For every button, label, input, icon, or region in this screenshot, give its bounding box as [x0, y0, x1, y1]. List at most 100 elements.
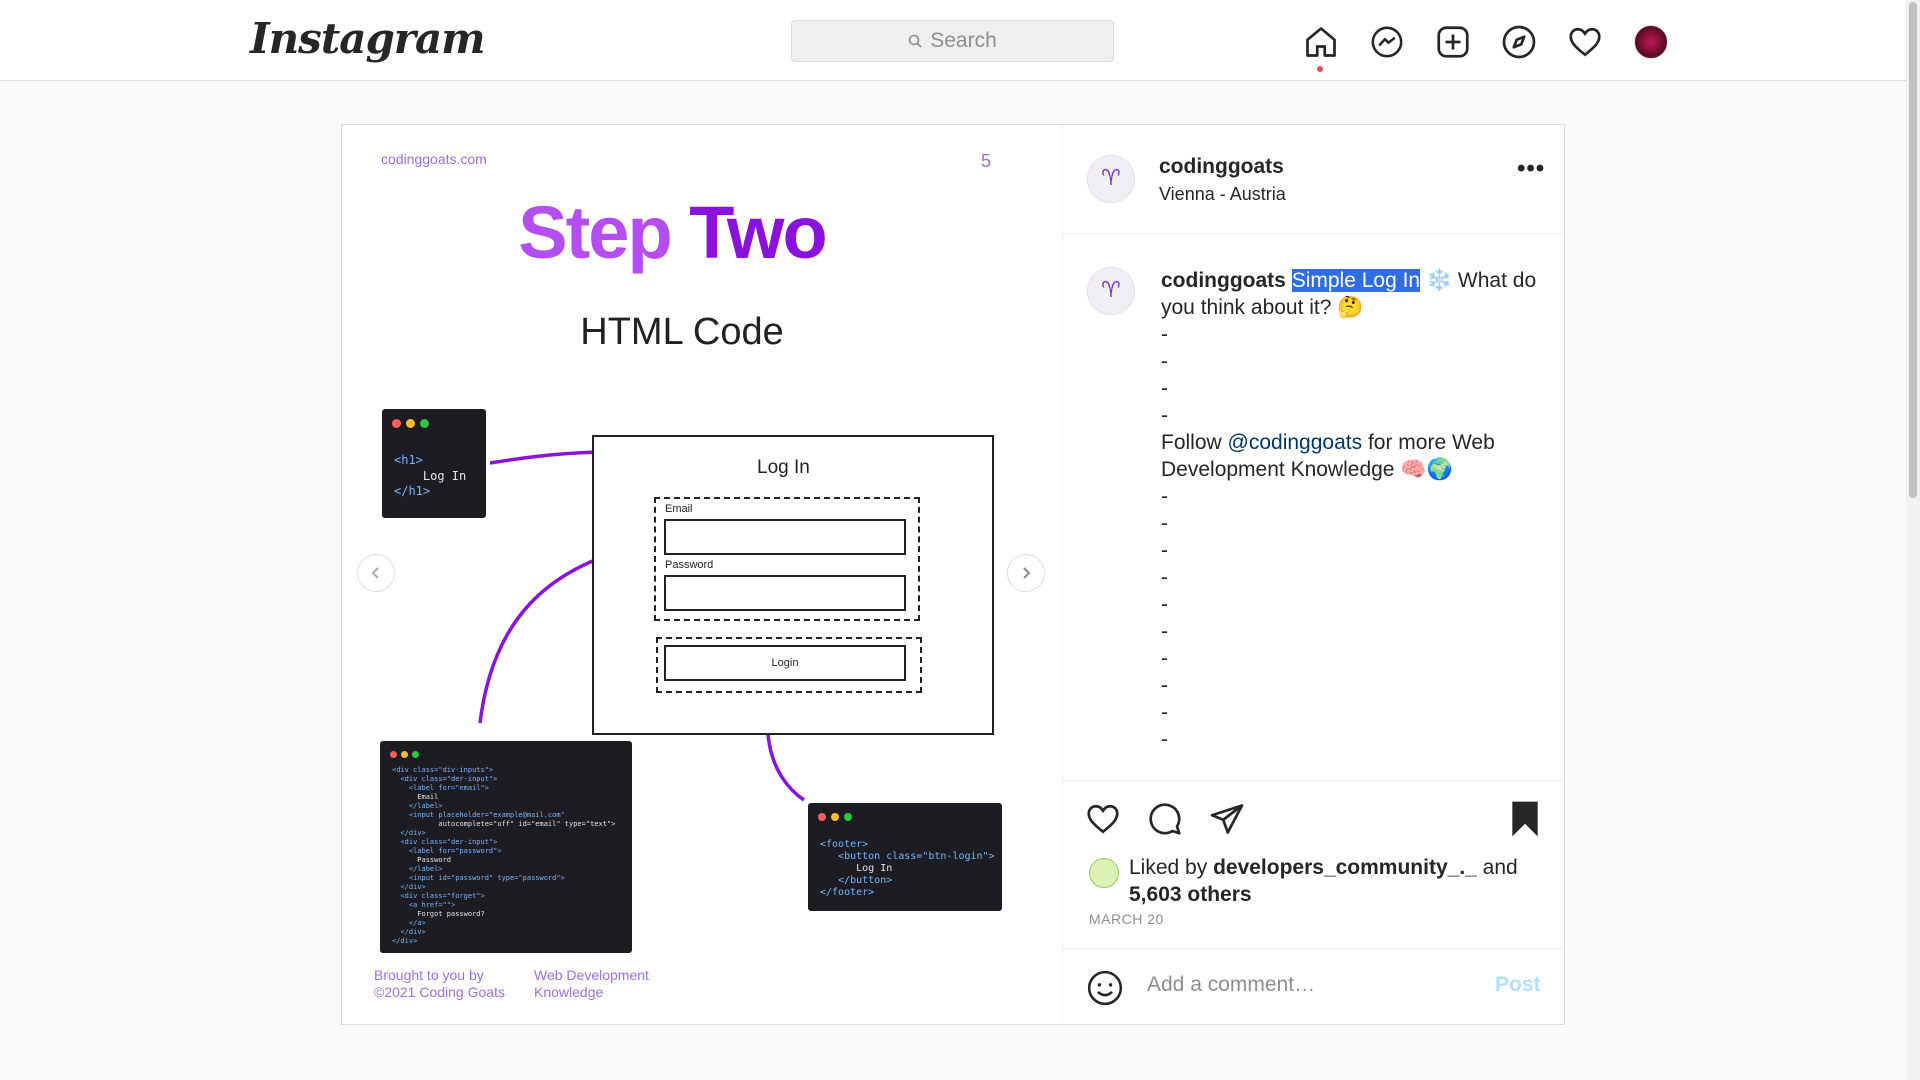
- carousel-next-button[interactable]: [1007, 554, 1045, 592]
- code-line: Log In: [820, 863, 893, 874]
- wireframe-login-button: Login: [664, 645, 906, 681]
- activity-heart-icon[interactable]: [1552, 20, 1618, 64]
- code-line: Password: [392, 856, 452, 864]
- code-line: <div class="forget">: [392, 892, 485, 900]
- caption-follow-pre: Follow: [1161, 431, 1228, 454]
- code-line: </button>: [820, 875, 893, 886]
- caption-dash-line: -: [1161, 566, 1168, 589]
- code-line: </label>: [392, 865, 443, 873]
- post-date[interactable]: MARCH 20: [1089, 911, 1164, 927]
- code-line: Email: [392, 793, 439, 801]
- comment-bubble-icon[interactable]: [1145, 799, 1185, 839]
- liker-avatar[interactable]: [1089, 858, 1119, 888]
- comment-bar: Add a comment… Post: [1063, 949, 1564, 1024]
- code-line: Forgot password?: [392, 910, 485, 918]
- code-line: <div class="div-inputs">: [392, 766, 494, 774]
- save-bookmark-icon[interactable]: [1505, 799, 1545, 839]
- post-image[interactable]: codinggoats.com 5 Step Two HTML Code <h1…: [342, 125, 1063, 1024]
- home-icon[interactable]: [1288, 20, 1354, 72]
- code-line: autocomplete="off" id="email" type="text…: [392, 820, 616, 828]
- chevron-left-icon: [371, 567, 379, 579]
- notification-dot: [1317, 66, 1323, 72]
- wireframe-email-field: [664, 519, 906, 555]
- wireframe-email-label: Email: [665, 503, 693, 515]
- liker-username[interactable]: developers_community_._: [1213, 856, 1477, 879]
- caption-dash-line: -: [1161, 512, 1168, 535]
- post-comment-button[interactable]: Post: [1495, 973, 1541, 997]
- code-line: <button class="btn-login">: [820, 851, 995, 862]
- caption-dash-line: -: [1161, 674, 1168, 697]
- code-line: </div>: [392, 937, 418, 945]
- carousel-prev-button[interactable]: [357, 554, 395, 592]
- image-footer-tagline: Web Development Knowledge: [534, 967, 649, 1000]
- post-actions: Liked by developers_community_._ and 5,6…: [1063, 781, 1564, 949]
- code-line: <div class="der-input">: [392, 775, 498, 783]
- code-line: <footer>: [820, 839, 869, 850]
- wireframe-password-field: [664, 575, 906, 611]
- share-send-icon[interactable]: [1207, 799, 1247, 839]
- explore-icon[interactable]: [1486, 20, 1552, 64]
- caption-dash-line: -: [1161, 404, 1168, 427]
- more-options-icon[interactable]: •••: [1517, 155, 1545, 183]
- code-line: </footer>: [820, 887, 875, 898]
- search-box[interactable]: Search: [791, 20, 1114, 62]
- caption-dash-line: -: [1161, 728, 1168, 751]
- code-text: <footer> <button class="btn-login"> Log …: [820, 839, 995, 899]
- like-heart-icon[interactable]: [1083, 799, 1123, 839]
- goat-logo-icon: ♈: [1101, 166, 1121, 191]
- caption-dash-line: -: [1161, 377, 1168, 400]
- emoji-icon[interactable]: [1085, 968, 1125, 1008]
- code-line: </a>: [392, 919, 426, 927]
- caption-dash-line: -: [1161, 701, 1168, 724]
- code-line: <div class="der-input">: [392, 838, 498, 846]
- code-box-inputs: <div class="div-inputs"> <div class="der…: [380, 741, 632, 953]
- caption-username[interactable]: codinggoats: [1161, 269, 1286, 292]
- post-card: codinggoats.com 5 Step Two HTML Code <h1…: [341, 124, 1565, 1025]
- post-header: ♈ codinggoats Vienna - Austria •••: [1063, 125, 1564, 234]
- likes-mid: and: [1476, 856, 1518, 879]
- code-line: <label for="email">: [392, 784, 489, 792]
- post-side-panel: ♈ codinggoats Vienna - Austria ••• ♈ cod…: [1063, 125, 1564, 1024]
- code-line: <input placeholder="example@mail.com": [392, 811, 565, 819]
- author-avatar[interactable]: ♈: [1087, 155, 1135, 203]
- post-caption: ♈ codinggoats Simple Log In ❄️ What do y…: [1063, 234, 1564, 781]
- code-line: <input id="password" type="password">: [392, 874, 565, 882]
- caption-dash-line: -: [1161, 323, 1168, 346]
- nav-icon-group: [1288, 20, 1684, 72]
- code-line: <a href="">: [392, 901, 456, 909]
- goat-logo-icon: ♈: [1101, 278, 1121, 303]
- caption-dash-line: -: [1161, 647, 1168, 670]
- caption-dash-line: -: [1161, 539, 1168, 562]
- caption-mention-link[interactable]: @codinggoats: [1228, 431, 1363, 454]
- top-nav-bar: Instagram Search: [0, 0, 1906, 81]
- page-scrollbar[interactable]: [1906, 0, 1920, 1080]
- selected-text: Simple Log In: [1291, 269, 1421, 292]
- caption-dash-line: -: [1161, 485, 1168, 508]
- code-text: <div class="div-inputs"> <div class="der…: [392, 766, 615, 946]
- avatar: [1634, 25, 1668, 59]
- likes-others-link[interactable]: 5,603 others: [1129, 883, 1252, 906]
- scrollbar-thumb[interactable]: [1909, 2, 1917, 498]
- instagram-logo[interactable]: Instagram: [250, 14, 486, 63]
- code-line: </div>: [392, 928, 426, 936]
- caption-dash-line: -: [1161, 350, 1168, 373]
- code-line: </div>: [392, 883, 426, 891]
- login-wireframe: Log In Email Password Login: [592, 435, 994, 735]
- new-post-icon[interactable]: [1420, 20, 1486, 64]
- search-icon: [908, 34, 922, 48]
- search-input[interactable]: Search: [930, 29, 997, 53]
- image-footer-credit: Brought to you by ©2021 Coding Goats: [374, 967, 505, 1000]
- code-line: <label for="password">: [392, 847, 502, 855]
- likes-prefix: Liked by: [1129, 856, 1214, 879]
- messenger-icon[interactable]: [1354, 20, 1420, 64]
- caption-author-avatar[interactable]: ♈: [1087, 267, 1135, 315]
- wireframe-title: Log In: [757, 457, 810, 478]
- wireframe-password-label: Password: [665, 559, 714, 571]
- code-line: </label>: [392, 802, 443, 810]
- author-username[interactable]: codinggoats: [1159, 155, 1284, 179]
- code-box-footer: <footer> <button class="btn-login"> Log …: [808, 803, 1002, 911]
- post-location[interactable]: Vienna - Austria: [1159, 184, 1286, 205]
- profile-avatar[interactable]: [1618, 20, 1684, 64]
- comment-input[interactable]: Add a comment…: [1147, 973, 1315, 997]
- caption-text: codinggoats Simple Log In ❄️ What do you…: [1161, 267, 1541, 753]
